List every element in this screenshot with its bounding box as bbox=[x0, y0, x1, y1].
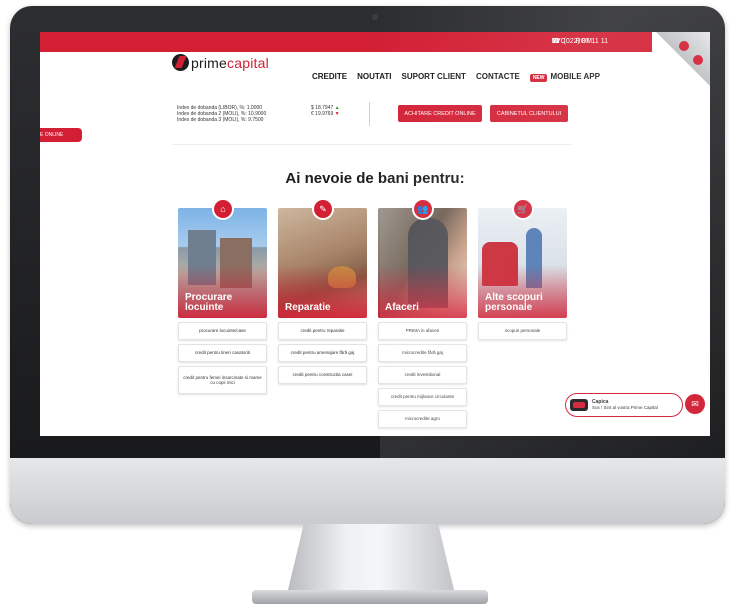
rate-eur-value: € 19.9769 bbox=[311, 111, 334, 117]
monitor-chin bbox=[10, 458, 725, 524]
exchange-rates: $ 18.7947 ▲ € 19.9769 ▼ bbox=[311, 105, 340, 117]
sub-scopuri-personale[interactable]: scopuri personale bbox=[478, 322, 567, 340]
phone-link[interactable]: ☎ (022) 87 11 11 bbox=[551, 37, 609, 46]
mascot-icon bbox=[570, 399, 588, 411]
interest-indexes: Index de dobanda (LIBOR), %: 1.0000 Inde… bbox=[177, 105, 266, 123]
divider bbox=[369, 102, 370, 126]
nav-credite[interactable]: CREDITE bbox=[312, 72, 347, 81]
new-badge: NEW bbox=[529, 74, 548, 82]
monitor-stand bbox=[287, 524, 455, 594]
nav-contacte[interactable]: CONTACTE bbox=[476, 72, 520, 81]
brush-icon: ✎ bbox=[312, 198, 334, 220]
nav-mobile-app[interactable]: NEW MOBILE APP bbox=[529, 72, 600, 82]
logo-text: primecapital bbox=[191, 55, 269, 71]
website-screen: РУС ROM ☎ (022) 87 11 11 primecapital CR… bbox=[40, 32, 710, 436]
sub-microcredite[interactable]: microcredite fără gaj bbox=[378, 344, 467, 362]
card-alte-scopuri[interactable]: Alte scopuri personale bbox=[478, 208, 567, 318]
logo-text-capital: capital bbox=[227, 55, 269, 71]
phone-icon: ☎ bbox=[551, 38, 561, 45]
card-title: Alte scopuri personale bbox=[485, 292, 543, 313]
index-line: Index de dobanda 3 (MOLI), %: 9.7500 bbox=[177, 117, 264, 123]
achitare-credit-button[interactable]: ACHITARE CREDIT ONLINE bbox=[398, 105, 482, 122]
camera-dot bbox=[372, 14, 378, 20]
cabinet-client-button[interactable]: CABINETUL CLIENTULUI bbox=[490, 105, 568, 122]
sub-constructia-casei[interactable]: credit pentru constructia casei bbox=[278, 366, 367, 384]
mobile-app-label: MOBILE APP bbox=[550, 72, 600, 81]
chat-icon[interactable]: ✉ bbox=[685, 394, 705, 414]
rate-eur: € 19.9769 ▼ bbox=[311, 111, 340, 117]
sub-femei-insarcinate[interactable]: credit pentru femei insarcinate si mame … bbox=[178, 366, 267, 394]
sub-amenajare[interactable]: credit pentru amenajare fără gaj bbox=[278, 344, 367, 362]
people-icon: 👥 bbox=[412, 198, 434, 220]
logo-mark-icon bbox=[172, 54, 189, 71]
card-title: Afaceri bbox=[385, 302, 419, 313]
card-afaceri[interactable]: Afaceri bbox=[378, 208, 467, 318]
stage: РУС ROM ☎ (022) 87 11 11 primecapital CR… bbox=[0, 0, 735, 616]
page-headline: Ai nevoie de bani pentru: bbox=[285, 170, 465, 187]
monitor-base bbox=[252, 590, 488, 604]
card-title: Procurare locuinte bbox=[185, 292, 233, 313]
chat-message: Sus ! Sint al vostra Prime Capital bbox=[592, 405, 658, 410]
curl-dot-1 bbox=[679, 41, 689, 51]
sub-microcredite-agro[interactable]: microcredite agro bbox=[378, 410, 467, 428]
curl-dot-2 bbox=[693, 55, 703, 65]
sub-procurare-case[interactable]: procurare locuinte/case bbox=[178, 322, 267, 340]
top-bar: РУС ROM ☎ (022) 87 11 11 bbox=[40, 32, 710, 52]
card-title: Reparatie bbox=[285, 302, 331, 313]
sub-investitional[interactable]: credit investitional bbox=[378, 366, 467, 384]
cart-icon: 🛒 bbox=[512, 198, 534, 220]
side-online-tab[interactable]: E ONLINE bbox=[40, 128, 82, 142]
arrow-down-icon: ▼ bbox=[334, 111, 340, 117]
header-divider bbox=[172, 144, 572, 145]
sub-tineri-casatoriti[interactable]: credit pentru tineri casatoriti bbox=[178, 344, 267, 362]
nav-suport-client[interactable]: SUPORT CLIENT bbox=[402, 72, 466, 81]
main-nav: CREDITE NOUTATI SUPORT CLIENT CONTACTE N… bbox=[312, 72, 600, 82]
logo[interactable]: primecapital bbox=[172, 54, 269, 71]
sub-reparatie[interactable]: credit pentru reparatie bbox=[278, 322, 367, 340]
phone-number: (022) 87 11 11 bbox=[563, 37, 609, 45]
chat-bubble[interactable]: Capica Sus ! Sint al vostra Prime Capita… bbox=[565, 393, 683, 417]
card-reparatie[interactable]: Reparatie bbox=[278, 208, 367, 318]
card-procurare-locuinte[interactable]: Procurare locuinte bbox=[178, 208, 267, 318]
sub-mijloace-circulante[interactable]: credit pentru mijloace circulante bbox=[378, 388, 467, 406]
home-icon: ⌂ bbox=[212, 198, 234, 220]
nav-noutati[interactable]: NOUTATI bbox=[357, 72, 391, 81]
logo-text-prime: prime bbox=[191, 55, 228, 71]
sub-prima-afaceri[interactable]: PRIMA in afaceri bbox=[378, 322, 467, 340]
